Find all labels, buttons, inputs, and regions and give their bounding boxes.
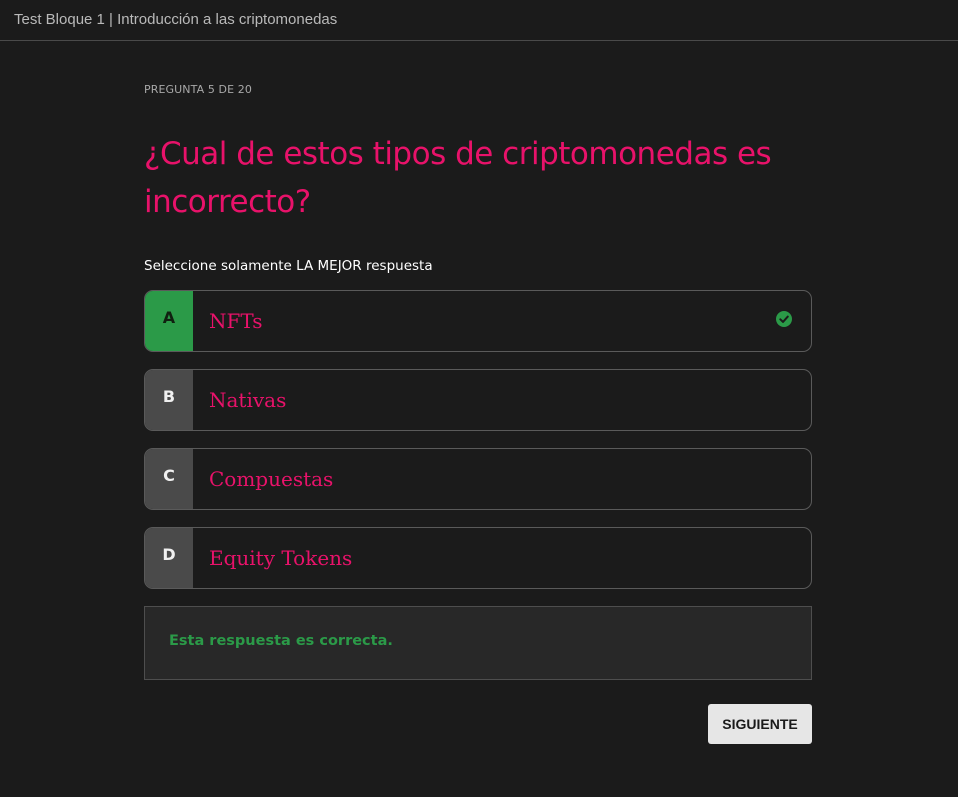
option-letter: C xyxy=(145,449,193,509)
quiz-content: PREGUNTA 5 DE 20 ¿Cual de estos tipos de… xyxy=(144,41,812,744)
feedback-box: Esta respuesta es correcta. xyxy=(144,606,812,680)
next-button[interactable]: SIGUIENTE xyxy=(708,704,812,744)
option-label: Compuestas xyxy=(209,467,334,491)
question-counter: PREGUNTA 5 DE 20 xyxy=(144,83,252,96)
answer-options: A NFTs B Nativas C Compuestas D Equity T… xyxy=(144,290,812,589)
option-letter: B xyxy=(145,370,193,430)
option-label: Equity Tokens xyxy=(209,546,353,570)
question-title: ¿Cual de estos tipos de criptomonedas es… xyxy=(144,136,772,220)
option-label: NFTs xyxy=(209,309,263,333)
option-letter: D xyxy=(145,528,193,588)
check-circle-icon xyxy=(776,311,792,327)
option-a[interactable]: A NFTs xyxy=(144,290,812,352)
feedback-message: Esta respuesta es correcta. xyxy=(169,633,393,649)
option-b[interactable]: B Nativas xyxy=(144,369,812,431)
top-bar: Test Bloque 1 | Introducción a las cript… xyxy=(0,0,958,41)
option-label: Nativas xyxy=(209,388,287,412)
course-title: Test Bloque 1 | Introducción a las cript… xyxy=(14,10,338,28)
instruction-text: Seleccione solamente LA MEJOR respuesta xyxy=(144,258,433,274)
navigation-row: SIGUIENTE xyxy=(144,704,812,744)
option-c[interactable]: C Compuestas xyxy=(144,448,812,510)
option-d[interactable]: D Equity Tokens xyxy=(144,527,812,589)
option-letter: A xyxy=(145,291,193,351)
